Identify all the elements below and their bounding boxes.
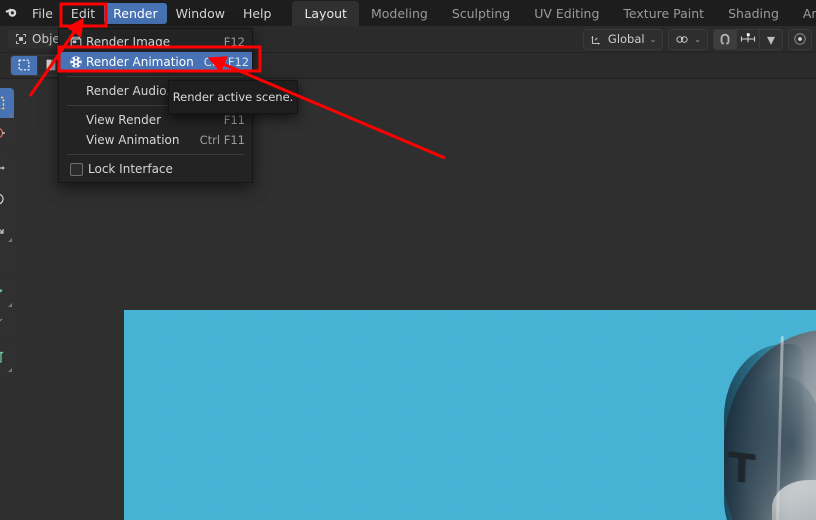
tool-expand-corner[interactable] bbox=[8, 368, 12, 372]
snap-magnet-toggle[interactable] bbox=[713, 28, 737, 50]
menu-edit[interactable]: Edit bbox=[62, 3, 104, 24]
menu-item-label: View Render bbox=[86, 113, 162, 127]
select-box-tool-icon bbox=[0, 96, 5, 110]
render-preview-image: T RIG bbox=[124, 310, 816, 520]
tab-sculpting[interactable]: Sculpting bbox=[440, 1, 522, 26]
tab-texture-paint[interactable]: Texture Paint bbox=[611, 1, 716, 26]
figure-text-overlay: T RIG bbox=[680, 330, 816, 520]
workspace-tabs: Layout Modeling Sculpting UV Editing Tex… bbox=[292, 0, 816, 26]
viewport-header-right: Global ⌄ ⌄ ▾ bbox=[582, 26, 812, 52]
menu-item-label: Lock Interface bbox=[88, 162, 173, 176]
left-toolbar[interactable] bbox=[0, 88, 14, 378]
menu-item-shortcut: Ctrl F11 bbox=[199, 133, 245, 147]
snap-target-chevron[interactable]: ▾ bbox=[760, 28, 783, 50]
orientation-axis-icon bbox=[591, 35, 600, 45]
tab-animation[interactable]: Animation bbox=[791, 1, 816, 26]
menu-item-label: Render Animation bbox=[86, 55, 194, 69]
menu-item-shortcut: F12 bbox=[223, 35, 245, 49]
menu-item-shortcut: F11 bbox=[223, 113, 245, 127]
toolbar-group-annotate bbox=[0, 278, 14, 338]
pivot-point-icon bbox=[676, 35, 688, 43]
hooded-figure: T RIG bbox=[670, 330, 816, 520]
tool-select-box[interactable] bbox=[0, 88, 14, 118]
tab-modeling[interactable]: Modeling bbox=[359, 1, 440, 26]
tool-add-cube[interactable] bbox=[0, 343, 14, 373]
menu-item-view-animation[interactable]: View Animation Ctrl F11 bbox=[59, 130, 252, 150]
menu-separator bbox=[67, 154, 244, 155]
toolbar-group-add bbox=[0, 343, 14, 373]
snapping-group: ▾ bbox=[713, 28, 783, 50]
chevron-down-icon: ⌄ bbox=[649, 34, 657, 44]
transform-orientation-value: Global bbox=[607, 32, 645, 46]
scale-tool-icon bbox=[0, 229, 4, 234]
select-mode-box[interactable] bbox=[10, 54, 38, 76]
transform-tool-icon bbox=[0, 250, 6, 266]
proportional-editing-toggle[interactable] bbox=[788, 28, 812, 50]
add-cube-tool-icon bbox=[0, 351, 4, 363]
menu-item-label: Render Image bbox=[86, 35, 171, 49]
tab-uv-editing[interactable]: UV Editing bbox=[522, 1, 611, 26]
tool-expand-corner[interactable] bbox=[8, 303, 12, 307]
blender-window: T RIG bbox=[0, 0, 816, 520]
tab-layout[interactable]: Layout bbox=[292, 0, 359, 26]
menu-item-render-animation[interactable]: Render Animation Ctrl F12 bbox=[59, 52, 252, 72]
select-box-icon bbox=[18, 59, 30, 71]
snap-target-dropdown[interactable] bbox=[737, 28, 760, 50]
blank-icon bbox=[66, 132, 86, 148]
render-animation-icon bbox=[66, 54, 86, 70]
tab-shading[interactable]: Shading bbox=[716, 1, 791, 26]
lock-interface-checkbox[interactable] bbox=[70, 162, 83, 176]
tool-move[interactable] bbox=[0, 153, 14, 183]
tool-expand-corner[interactable] bbox=[8, 113, 12, 117]
tool-transform[interactable] bbox=[0, 243, 14, 273]
menu-separator bbox=[67, 76, 244, 77]
menu-item-render-image[interactable]: Render Image F12 bbox=[59, 32, 252, 52]
pivot-point-dropdown[interactable]: ⌄ bbox=[668, 28, 708, 50]
render-image-icon bbox=[66, 34, 86, 50]
tool-cursor[interactable] bbox=[0, 118, 14, 148]
blank-icon bbox=[66, 112, 86, 128]
menu-item-lock-interface[interactable]: Lock Interface bbox=[59, 159, 252, 179]
toolbar-group-select bbox=[0, 88, 14, 148]
menu-help[interactable]: Help bbox=[234, 3, 281, 24]
cursor-tool-icon bbox=[0, 128, 5, 138]
tool-scale[interactable] bbox=[0, 213, 14, 243]
blank-icon bbox=[66, 83, 86, 99]
top-menu-bar: File Edit Render Window Help Layout Mode… bbox=[0, 0, 816, 26]
blender-logo-icon[interactable] bbox=[0, 2, 23, 25]
tool-expand-corner[interactable] bbox=[8, 238, 12, 242]
transform-orientation-dropdown[interactable]: Global ⌄ bbox=[582, 28, 664, 50]
move-tool-icon bbox=[0, 163, 5, 173]
select-tweak-icon bbox=[46, 59, 56, 71]
tooltip-text: Render active scene. bbox=[172, 90, 294, 104]
toolbar-group-transform bbox=[0, 153, 14, 273]
render-text-left: T bbox=[727, 444, 756, 494]
tool-measure[interactable] bbox=[0, 308, 14, 338]
menu-window[interactable]: Window bbox=[167, 3, 234, 24]
chevron-down-icon: ⌄ bbox=[694, 34, 701, 44]
tooltip: Render active scene. bbox=[168, 80, 298, 114]
tool-annotate[interactable] bbox=[0, 278, 14, 308]
proportional-edit-icon bbox=[794, 33, 806, 45]
magnet-icon bbox=[720, 33, 730, 45]
rotate-tool-icon bbox=[0, 193, 4, 205]
chevron-down-icon: ▾ bbox=[766, 29, 776, 49]
tool-rotate[interactable] bbox=[0, 183, 14, 213]
measure-tool-icon bbox=[0, 318, 3, 322]
menu-file[interactable]: File bbox=[23, 3, 62, 24]
snap-increment-icon bbox=[740, 33, 756, 43]
menu-item-shortcut: Ctrl F12 bbox=[203, 55, 250, 69]
menu-item-label: View Animation bbox=[86, 133, 180, 147]
object-mode-icon bbox=[16, 34, 26, 44]
annotate-tool-icon bbox=[0, 289, 3, 293]
menu-render[interactable]: Render bbox=[104, 2, 167, 24]
